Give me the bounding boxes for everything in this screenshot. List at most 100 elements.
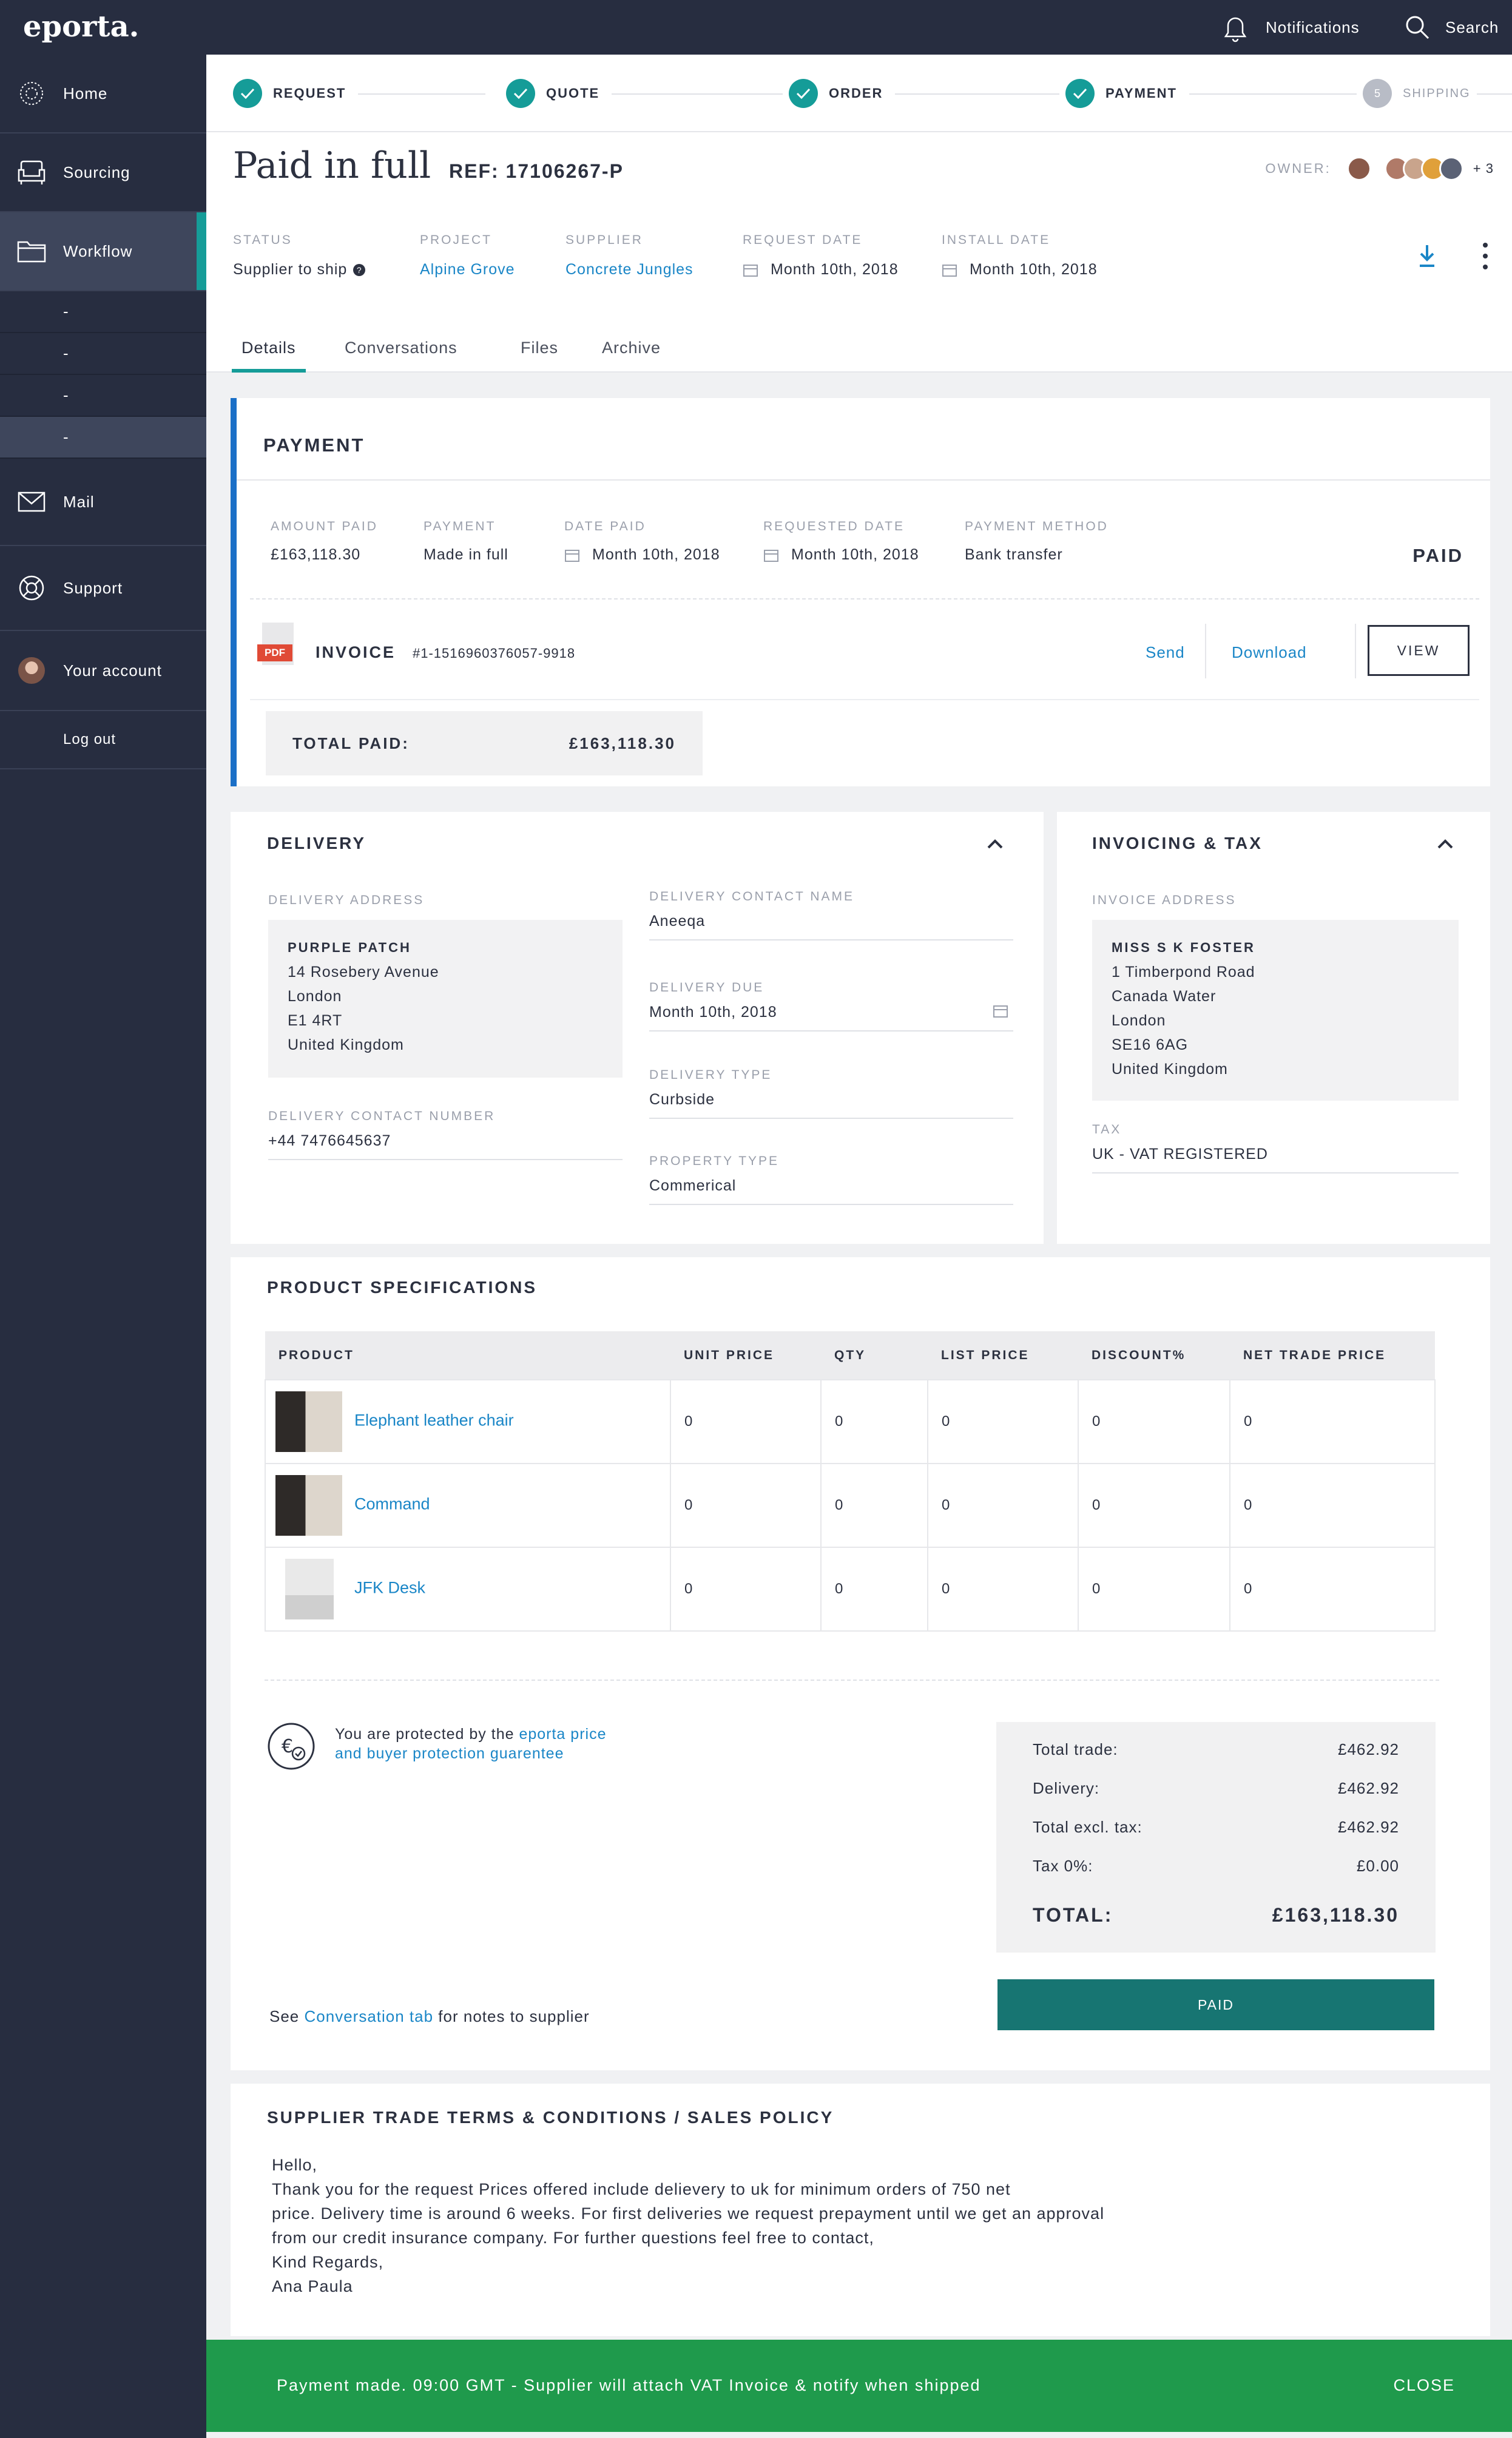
sidebar: Home Sourcing Workflow - - - - Mail Supp… [0,55,206,2438]
search-button[interactable]: Search [1404,12,1499,42]
view-invoice-button[interactable]: VIEW [1368,625,1470,676]
table-header-row: PRODUCT UNIT PRICE QTY LIST PRICE DISCOU… [265,1331,1435,1380]
amount-paid-field: AMOUNT PAID £163,118.30 [271,519,378,563]
delivery-cost-row: Delivery: £462.92 [1033,1779,1399,1797]
sidebar-label-account: Your account [63,661,162,680]
invoice-address-box: MISS S K FOSTER 1 Timberpond Road Canada… [1092,920,1459,1101]
page-title: Paid in full [233,144,431,187]
banner-close-button[interactable]: CLOSE [1393,2376,1455,2395]
step-request: REQUEST [233,79,359,108]
project-link[interactable]: Alpine Grove [420,261,515,279]
folder-icon [0,238,63,264]
step-shipping: 5 SHIPPING [1357,79,1477,108]
supplier-notes-hint: See Conversation tab for notes to suppli… [269,2007,590,2025]
product-thumbnail[interactable] [285,1559,334,1619]
invoice-number: #1-1516960376057-9918 [413,646,576,661]
tax-row: Tax 0%: £0.00 [1033,1857,1399,1875]
pdf-icon: PDF [257,623,295,669]
notifications-label: Notifications [1266,18,1360,36]
delivery-card: DELIVERY DELIVERY ADDRESS PURPLE PATCH 1… [231,812,1044,1244]
send-invoice-link[interactable]: Send [1146,643,1185,662]
delivery-contact-number[interactable]: +44 7476645637 [268,1132,623,1160]
progress-steps: REQUEST QUOTE ORDER PAYMENT 5 SHIPPING [206,55,1512,132]
sidebar-item-mail[interactable]: Mail [0,459,206,546]
tab-conversations[interactable]: Conversations [335,339,467,373]
top-bar: eporta. Notifications Search [0,0,1512,55]
conversation-tab-link[interactable]: Conversation tab [305,2007,434,2025]
payment-type-field: PAYMENT Made in full [424,519,508,563]
tab-files[interactable]: Files [511,339,568,373]
terms-body: Hello, Thank you for the request Prices … [272,2156,1105,2295]
table-row: Command 00000 [265,1463,1436,1548]
delivery-contact-name[interactable]: Aneeqa [649,913,1013,940]
product-specs-card: PRODUCT SPECIFICATIONS PRODUCT UNIT PRIC… [231,1257,1490,2070]
search-label: Search [1445,18,1499,36]
project-field: PROJECT Alpine Grove [420,233,515,279]
request-date-field: REQUEST DATE Month 10th, 2018 [743,233,899,278]
sidebar-label-logout: Log out [63,731,116,748]
supplier-link[interactable]: Concrete Jungles [565,261,694,279]
help-icon[interactable]: ? [353,263,366,276]
product-thumbnail[interactable] [275,1391,342,1452]
sidebar-label-workflow: Workflow [63,241,133,260]
step-payment: PAYMENT [1059,79,1189,108]
requested-date-field: REQUESTED DATE Month 10th, 2018 [763,519,919,563]
product-specs-title: PRODUCT SPECIFICATIONS [267,1278,538,1297]
calendar-icon [743,264,758,277]
more-options-icon[interactable] [1482,241,1489,271]
table-row: JFK Desk 00000 [265,1547,1436,1632]
sidebar-item-sourcing[interactable]: Sourcing [0,133,206,212]
paid-button[interactable]: PAID [997,1979,1434,2030]
product-link[interactable]: Elephant leather chair [354,1411,514,1429]
product-table: PRODUCT UNIT PRICE QTY LIST PRICE DISCOU… [265,1331,1436,1632]
product-link[interactable]: Command [354,1494,430,1513]
sidebar-item-workflow[interactable]: Workflow [0,212,206,291]
avatar [1439,157,1463,181]
tab-archive[interactable]: Archive [592,339,670,373]
sidebar-item-support[interactable]: Support [0,546,206,631]
buyer-protection-link[interactable]: and buyer protection guarentee [335,1745,564,1762]
total-excl-tax-row: Total excl. tax: £462.92 [1033,1818,1399,1836]
property-type[interactable]: Commerical [649,1177,1013,1205]
sidebar-subitem-4[interactable]: - [0,417,206,459]
sidebar-label-sourcing: Sourcing [63,163,130,181]
sidebar-subitem-2[interactable]: - [0,333,206,375]
table-row: Elephant leather chair 00000 [265,1379,1436,1464]
delivery-due-field[interactable]: Month 10th, 2018 [649,1004,1013,1032]
sidebar-subitem-1[interactable]: - [0,291,206,333]
product-thumbnail[interactable] [275,1475,342,1536]
product-link[interactable]: JFK Desk [354,1578,425,1596]
svg-text:€: € [282,1736,293,1757]
terms-title: SUPPLIER TRADE TERMS & CONDITIONS / SALE… [267,2108,834,2127]
download-icon[interactable] [1417,244,1437,268]
notifications-button[interactable]: Notifications [1220,12,1360,42]
logo[interactable]: eporta. [23,10,139,44]
total-trade-row: Total trade: £462.92 [1033,1740,1399,1758]
sidebar-item-account[interactable]: Your account [0,631,206,711]
sidebar-item-home[interactable]: Home [0,55,206,133]
download-invoice-link[interactable]: Download [1232,643,1307,662]
sidebar-item-logout[interactable]: Log out [0,711,206,769]
owner-group[interactable]: OWNER: + 3 [1265,157,1494,181]
chevron-up-icon[interactable] [1437,839,1454,849]
delivery-address-label: DELIVERY ADDRESS [268,893,425,907]
status-field: STATUS Supplier to ship ? [233,233,366,279]
envelope-icon [0,491,63,512]
sidebar-subitem-3[interactable]: - [0,375,206,417]
delivery-type[interactable]: Curbside [649,1091,1013,1119]
calendar-icon [993,1005,1008,1018]
tab-details[interactable]: Details [232,339,306,373]
grand-total-row: TOTAL: £163,118.30 [1033,1904,1399,1926]
check-icon [1065,79,1095,108]
bell-icon [1224,17,1247,42]
payment-card: PAYMENT AMOUNT PAID £163,118.30 PAYMENT Ma… [231,398,1490,786]
avatar [18,657,45,684]
eporta-price-link[interactable]: eporta price [519,1726,606,1743]
invoicing-title: INVOICING & TAX [1092,834,1263,853]
payment-title: PAYMENT [263,434,365,456]
sidebar-label-support: Support [63,578,123,597]
status-value: Supplier to ship [233,261,348,278]
tax-status[interactable]: UK - VAT REGISTERED [1092,1146,1459,1173]
step-order: ORDER [783,79,896,108]
chevron-up-icon[interactable] [987,839,1004,849]
